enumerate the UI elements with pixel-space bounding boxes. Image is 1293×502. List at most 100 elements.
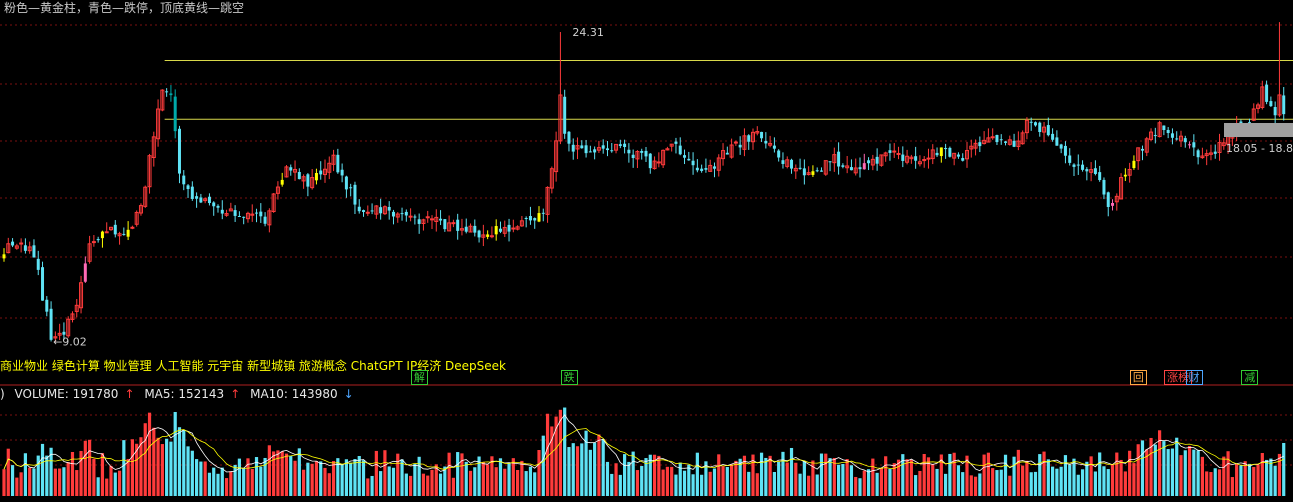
volume-bar: [528, 466, 533, 496]
candle-body: [926, 157, 931, 160]
candle-body: [1247, 122, 1251, 124]
volume-bar: [789, 447, 794, 496]
volume-bar: [973, 476, 978, 496]
volume-bar: [182, 429, 186, 496]
candle-body: [91, 241, 96, 244]
candle-body: [605, 148, 609, 151]
candle-body: [486, 234, 490, 237]
stock-chart[interactable]: 24.31 ←9.02 18.05 - 18.80: [0, 0, 1293, 498]
candle-body: [802, 168, 806, 176]
volume-bar: [6, 448, 10, 496]
candle-body: [888, 150, 892, 153]
volume-bar: [700, 474, 704, 496]
candle-body: [297, 171, 301, 180]
volume-bar: [66, 462, 70, 496]
volume-bar: [15, 477, 19, 496]
candle-body: [289, 167, 293, 171]
candle-body: [948, 147, 952, 157]
volume-bar: [1243, 461, 1247, 496]
volume-bar: [447, 452, 451, 496]
volume-bar: [2, 469, 6, 496]
volume-bar: [404, 473, 408, 496]
volume-bar: [849, 465, 854, 496]
volume-bar: [370, 475, 374, 496]
volume-bar: [708, 471, 712, 496]
volume-bar: [451, 477, 455, 496]
volume-bar: [819, 453, 824, 496]
volume-bar: [631, 451, 635, 496]
volume-bar: [978, 473, 982, 496]
candle-body: [430, 218, 434, 221]
volume-bar: [991, 468, 995, 496]
volume-bar: [571, 443, 575, 496]
volume-bar: [1063, 455, 1068, 496]
event-marker[interactable]: 解: [410, 370, 428, 385]
candle-body: [357, 206, 361, 212]
volume-bar: [340, 463, 344, 496]
candle-body: [683, 155, 687, 158]
volume-bar: [267, 445, 271, 496]
candle-body: [443, 219, 447, 230]
volume-bar: [952, 452, 956, 496]
volume-bar: [1230, 477, 1234, 496]
volume-bar: [691, 474, 695, 496]
candle-body: [417, 219, 421, 224]
event-marker[interactable]: 跌: [560, 370, 578, 385]
volume-bar: [601, 439, 605, 496]
volume-bar: [306, 462, 310, 496]
volume-bar: [1140, 440, 1145, 496]
candle-body: [580, 145, 584, 149]
volume-bar: [250, 468, 254, 496]
volume-bar: [1226, 451, 1230, 496]
event-marker[interactable]: 减: [1241, 370, 1259, 385]
volume-bar: [344, 459, 348, 496]
candle-body: [1029, 121, 1033, 123]
volume-bar: [854, 476, 858, 496]
candle-body: [935, 152, 939, 156]
volume-bar: [657, 455, 661, 496]
candle-body: [995, 134, 999, 143]
price-range-label: 18.05 - 18.80: [1226, 142, 1293, 155]
volume-bar: [1170, 448, 1175, 496]
volume-prefix: ): [0, 387, 5, 401]
volume-bar: [203, 461, 207, 496]
event-marker[interactable]: 回: [1129, 370, 1147, 385]
volume-bar: [999, 469, 1003, 496]
volume-bar: [443, 466, 447, 496]
volume-bar: [62, 467, 66, 496]
volume-bar: [319, 461, 323, 496]
candle-body: [862, 163, 866, 170]
volume-bar: [353, 459, 357, 496]
candle-body: [828, 161, 832, 163]
candle-body: [370, 210, 374, 212]
chart-svg[interactable]: 24.31 ←9.02 18.05 - 18.80: [0, 0, 1293, 498]
ma5-arrow-icon: ↑: [230, 387, 241, 401]
volume-bar: [152, 427, 156, 496]
candle-body: [764, 140, 768, 144]
volume-bar: [824, 453, 828, 496]
volume-bar: [1093, 471, 1097, 496]
volume-bar: [1187, 446, 1192, 496]
candle-body: [408, 215, 413, 218]
volume-bar: [195, 459, 199, 496]
candle-body: [990, 136, 995, 139]
candle-body: [588, 151, 592, 153]
volume-bar: [293, 460, 297, 496]
volume-bar: [507, 463, 511, 496]
candle-body: [113, 224, 117, 235]
volume-bar: [948, 453, 952, 496]
ma10-value: MA10: 143980: [250, 387, 338, 401]
candle-body: [494, 226, 498, 235]
volume-bar: [995, 470, 999, 496]
volume-bar: [220, 467, 224, 496]
candle-body: [2, 254, 6, 259]
volume-bar: [224, 478, 229, 496]
volume-bar: [323, 467, 327, 496]
candle-body: [242, 216, 246, 218]
candle-body: [96, 239, 100, 241]
volume-bar: [1102, 466, 1106, 496]
volume-bar: [665, 466, 669, 496]
volume-bar: [914, 475, 918, 496]
volume-bar: [909, 459, 913, 496]
event-marker[interactable]: 财: [1185, 370, 1203, 385]
